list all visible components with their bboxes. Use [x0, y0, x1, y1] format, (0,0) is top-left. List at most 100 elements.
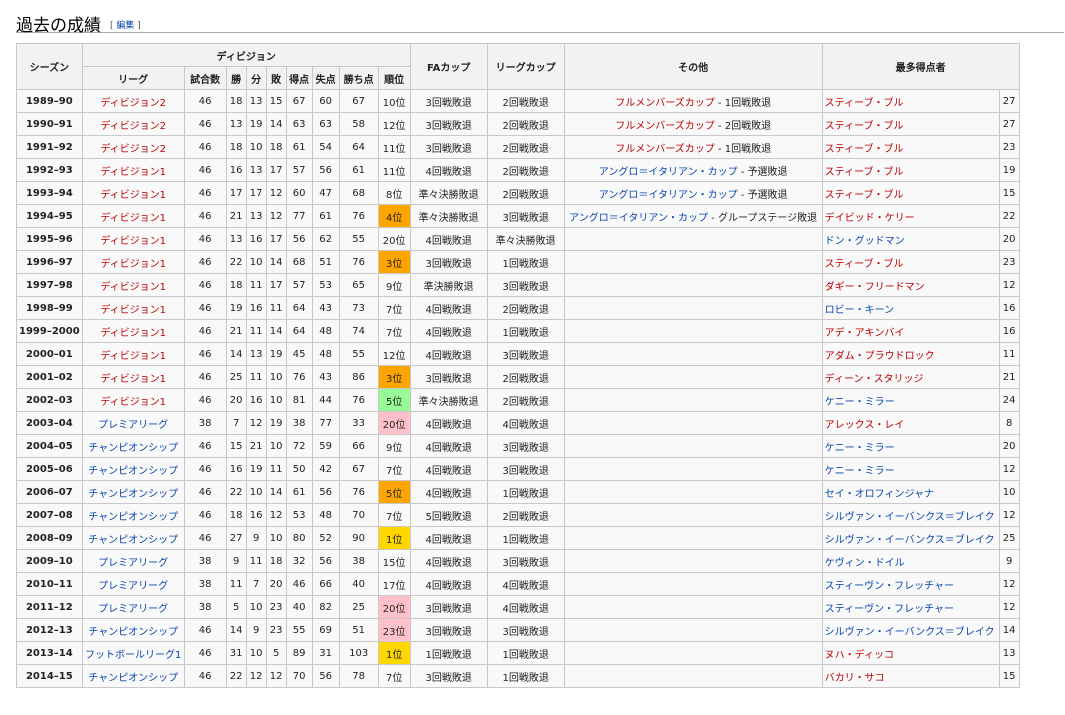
top-scorer-link[interactable]: シルヴァン・イーバンクス＝ブレイク	[821, 526, 1000, 550]
fa-cup-cell: 4回戦敗退	[409, 549, 488, 573]
league-link[interactable]: チャンピオンシップ	[81, 618, 185, 642]
league-link[interactable]: チャンピオンシップ	[81, 503, 185, 527]
league-link[interactable]: プレミアリーグ	[81, 572, 185, 596]
top-scorer-link[interactable]: ドン・グッドマン	[821, 227, 1000, 251]
league-link[interactable]: ディビジョン1	[81, 319, 185, 343]
top-scorer-link[interactable]: ディーン・スタリッジ	[821, 365, 1000, 389]
league-link[interactable]: チャンピオンシップ	[81, 480, 185, 504]
top-scorer-link[interactable]: スティーブ・ブル	[821, 181, 1000, 205]
league-link[interactable]: チャンピオンシップ	[81, 434, 185, 458]
league-link[interactable]: ディビジョン1	[81, 250, 185, 274]
other-competition-link[interactable]: アングロ＝イタリアン・カップ	[569, 213, 708, 224]
section-heading: 過去の成績 [ 編集 ]	[16, 6, 1064, 36]
league-link[interactable]: ディビジョン1	[81, 204, 185, 228]
lost-cell: 12	[265, 664, 287, 688]
other-competition-link[interactable]: フルメンバーズカップ	[615, 121, 715, 132]
top-scorer-link[interactable]: シルヴァン・イーバンクス＝ブレイク	[821, 618, 1000, 642]
top-scorer-link[interactable]: シルヴァン・イーバンクス＝ブレイク	[821, 503, 1000, 527]
header-lost: 敗	[265, 66, 287, 90]
top-scorer-link[interactable]: セイ・オロフィンジャナ	[821, 480, 1000, 504]
league-link[interactable]: ディビジョン1	[81, 227, 185, 251]
other-competition-link[interactable]: フルメンバーズカップ	[615, 144, 715, 155]
league-link[interactable]: チャンピオンシップ	[81, 664, 185, 688]
top-scorer-link[interactable]: スティーブ・ブル	[821, 112, 1000, 136]
league-link[interactable]: ディビジョン2	[81, 89, 185, 113]
top-scorer-goals: 11	[998, 342, 1020, 366]
league-cup-cell: 3回戦敗退	[486, 549, 565, 573]
top-scorer-link[interactable]: ケヴィン・ドイル	[821, 549, 1000, 573]
top-scorer-link[interactable]: バカリ・サコ	[821, 664, 1000, 688]
league-link[interactable]: チャンピオンシップ	[81, 457, 185, 481]
lost-cell: 20	[265, 572, 287, 596]
goals-for-cell: 64	[285, 319, 313, 343]
header-goals-for: 得点	[285, 66, 313, 90]
league-link[interactable]: ディビジョン1	[81, 181, 185, 205]
top-scorer-link[interactable]: アデ・アキンバイ	[821, 319, 1000, 343]
top-scorer-link[interactable]: アレックス・レイ	[821, 411, 1000, 435]
position-cell: 20位	[377, 227, 411, 251]
top-scorer-link[interactable]: スティーブ・ブル	[821, 135, 1000, 159]
league-link[interactable]: ディビジョン1	[81, 296, 185, 320]
goals-against-cell: 62	[311, 227, 340, 251]
drawn-cell: 13	[245, 89, 267, 113]
top-scorer-link[interactable]: ダギー・フリードマン	[821, 273, 1000, 297]
header-fa-cup[interactable]: FAカップ	[409, 43, 488, 90]
other-cell	[563, 273, 823, 297]
table-row: 1992–93 ディビジョン1 46 16 13 17 57 56 61 11位 4回戦敗退 2回戦敗…	[16, 158, 1020, 182]
drawn-cell: 13	[245, 158, 267, 182]
top-scorer-goals: 12	[998, 273, 1020, 297]
league-link[interactable]: チャンピオンシップ	[81, 526, 185, 550]
won-cell: 18	[225, 503, 247, 527]
fa-cup-cell: 3回戦敗退	[409, 365, 488, 389]
header-league-cup[interactable]: リーグカップ	[486, 43, 565, 90]
top-scorer-link[interactable]: ヌハ・ディッコ	[821, 641, 1000, 665]
goals-against-cell: 56	[311, 158, 340, 182]
top-scorer-link[interactable]: ロビー・キーン	[821, 296, 1000, 320]
played-cell: 46	[183, 618, 227, 642]
won-cell: 15	[225, 434, 247, 458]
points-cell: 73	[338, 296, 379, 320]
other-competition-link[interactable]: アングロ＝イタリアン・カップ	[599, 190, 738, 201]
league-cup-cell: 2回戦敗退	[486, 89, 565, 113]
top-scorer-link[interactable]: スティーブ・ブル	[821, 250, 1000, 274]
league-link[interactable]: ディビジョン1	[81, 273, 185, 297]
position-cell: 17位	[377, 572, 411, 596]
fa-cup-cell: 3回戦敗退	[409, 112, 488, 136]
goals-for-cell: 56	[285, 227, 313, 251]
top-scorer-link[interactable]: アダム・プラウドロック	[821, 342, 1000, 366]
top-scorer-link[interactable]: スティーブ・ブル	[821, 89, 1000, 113]
other-competition-link[interactable]: フルメンバーズカップ	[615, 98, 715, 109]
top-scorer-link[interactable]: ケニー・ミラー	[821, 457, 1000, 481]
league-link[interactable]: ディビジョン1	[81, 365, 185, 389]
league-cup-cell: 2回戦敗退	[486, 112, 565, 136]
league-link[interactable]: プレミアリーグ	[81, 411, 185, 435]
lost-cell: 10	[265, 365, 287, 389]
other-cell: アングロ＝イタリアン・カップ - 予選敗退	[563, 158, 823, 182]
league-link[interactable]: ディビジョン2	[81, 112, 185, 136]
top-scorer-link[interactable]: スティーブ・ブル	[821, 158, 1000, 182]
points-cell: 65	[338, 273, 379, 297]
edit-link[interactable]: 編集	[116, 21, 134, 31]
header-top-scorer: 最多得点者	[821, 43, 1020, 90]
goals-for-cell: 32	[285, 549, 313, 573]
top-scorer-link[interactable]: スティーヴン・フレッチャー	[821, 572, 1000, 596]
header-goals-against: 失点	[311, 66, 340, 90]
top-scorer-link[interactable]: ケニー・ミラー	[821, 388, 1000, 412]
league-link[interactable]: ディビジョン2	[81, 135, 185, 159]
league-link[interactable]: フットボールリーグ1	[81, 641, 185, 665]
top-scorer-link[interactable]: スティーヴン・フレッチャー	[821, 595, 1000, 619]
lost-cell: 11	[265, 296, 287, 320]
top-scorer-link[interactable]: デイビッド・ケリー	[821, 204, 1000, 228]
league-link[interactable]: ディビジョン1	[81, 158, 185, 182]
top-scorer-link[interactable]: ケニー・ミラー	[821, 434, 1000, 458]
league-link[interactable]: ディビジョン1	[81, 342, 185, 366]
fa-cup-cell: 準々決勝敗退	[409, 388, 488, 412]
league-link[interactable]: プレミアリーグ	[81, 549, 185, 573]
goals-against-cell: 31	[311, 641, 340, 665]
table-row: 2011–12 プレミアリーグ 38 5 10 23 40 82 25 20位 3回戦敗退 4回戦敗退…	[16, 595, 1020, 619]
played-cell: 46	[183, 112, 227, 136]
league-link[interactable]: ディビジョン1	[81, 388, 185, 412]
other-competition-link[interactable]: アングロ＝イタリアン・カップ	[599, 167, 738, 178]
fa-cup-cell: 3回戦敗退	[409, 618, 488, 642]
league-link[interactable]: プレミアリーグ	[81, 595, 185, 619]
